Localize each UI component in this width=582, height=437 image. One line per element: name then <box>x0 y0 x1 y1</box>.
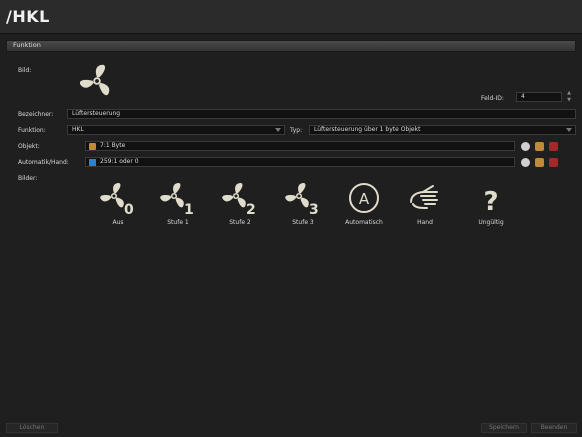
chevron-down-icon <box>566 128 572 132</box>
feldid-input[interactable]: 4 <box>516 92 562 102</box>
objekt-label: Objekt: <box>18 143 40 150</box>
bilder-label: Bilder: <box>18 175 38 182</box>
fan-1-icon[interactable]: 1 <box>156 180 200 218</box>
chevron-down-icon <box>275 128 281 132</box>
window-title: /HKL <box>6 7 50 26</box>
fan-3-icon[interactable]: 3 <box>281 180 325 218</box>
object-select-icon[interactable] <box>535 158 544 167</box>
image-label-stufe-2: Stufe 2 <box>229 219 251 226</box>
objekt-value: 7:1 Byte <box>100 142 126 149</box>
object-select-icon[interactable] <box>535 142 544 151</box>
feldid-stepper[interactable]: ▲ ▼ <box>565 90 573 104</box>
automatik-label: Automatik/Hand: <box>18 159 69 166</box>
automatik-input[interactable]: 259:1 oder 0 <box>85 157 515 167</box>
funktion-value: HKL <box>72 126 84 133</box>
typ-select[interactable]: Lüftersteuerung über 1 byte Objekt <box>309 125 576 135</box>
section-header-funktion: Funktion <box>6 40 576 52</box>
image-label-stufe-1: Stufe 1 <box>167 219 189 226</box>
save-button[interactable]: Speichern <box>481 423 527 433</box>
automatik-value: 259:1 oder 0 <box>100 158 139 165</box>
bezeichner-label: Bezeichner: <box>18 111 54 118</box>
fan-2-icon[interactable]: 2 <box>218 180 262 218</box>
search-icon[interactable] <box>521 158 530 167</box>
remove-icon[interactable] <box>549 142 558 151</box>
fan-0-icon[interactable]: 0 <box>96 180 140 218</box>
fan-digit: 2 <box>246 202 256 218</box>
quit-button[interactable]: Beenden <box>531 423 577 433</box>
search-icon[interactable] <box>521 142 530 151</box>
typ-value: Lüftersteuerung über 1 byte Objekt <box>314 126 421 133</box>
automatik-type-icon <box>89 159 96 166</box>
fan-digit: 3 <box>309 202 319 218</box>
title-bar: /HKL <box>0 0 582 34</box>
question-mark-icon[interactable]: ? <box>472 180 510 218</box>
image-label-aus: Aus <box>112 219 124 226</box>
automatic-a-icon[interactable]: A <box>345 180 383 218</box>
hand-icon[interactable] <box>405 182 445 216</box>
bild-label: Bild: <box>18 67 32 74</box>
question-glyph: ? <box>483 187 498 217</box>
fan-digit: 0 <box>124 202 134 218</box>
typ-label: Typ: <box>290 127 303 134</box>
image-label-stufe-3: Stufe 3 <box>292 219 314 226</box>
objekt-input[interactable]: 7:1 Byte <box>85 141 515 151</box>
funktion-select[interactable]: HKL <box>67 125 285 135</box>
funktion-label: Funktion: <box>18 127 46 134</box>
delete-button[interactable]: Löschen <box>6 423 58 433</box>
object-cube-icon <box>89 143 96 150</box>
image-label-automatisch: Automatisch <box>345 219 383 226</box>
remove-icon[interactable] <box>549 158 558 167</box>
automatic-glyph: A <box>359 190 370 208</box>
fan-digit: 1 <box>184 202 194 218</box>
fan-image-preview[interactable] <box>80 64 114 98</box>
feldid-label: Feld-ID: <box>481 95 504 102</box>
image-label-hand: Hand <box>417 219 433 226</box>
bezeichner-input[interactable]: Lüftersteuerung <box>67 109 576 119</box>
image-label-ungueltig: Ungültig <box>478 219 504 226</box>
section-label: Funktion <box>13 41 41 49</box>
